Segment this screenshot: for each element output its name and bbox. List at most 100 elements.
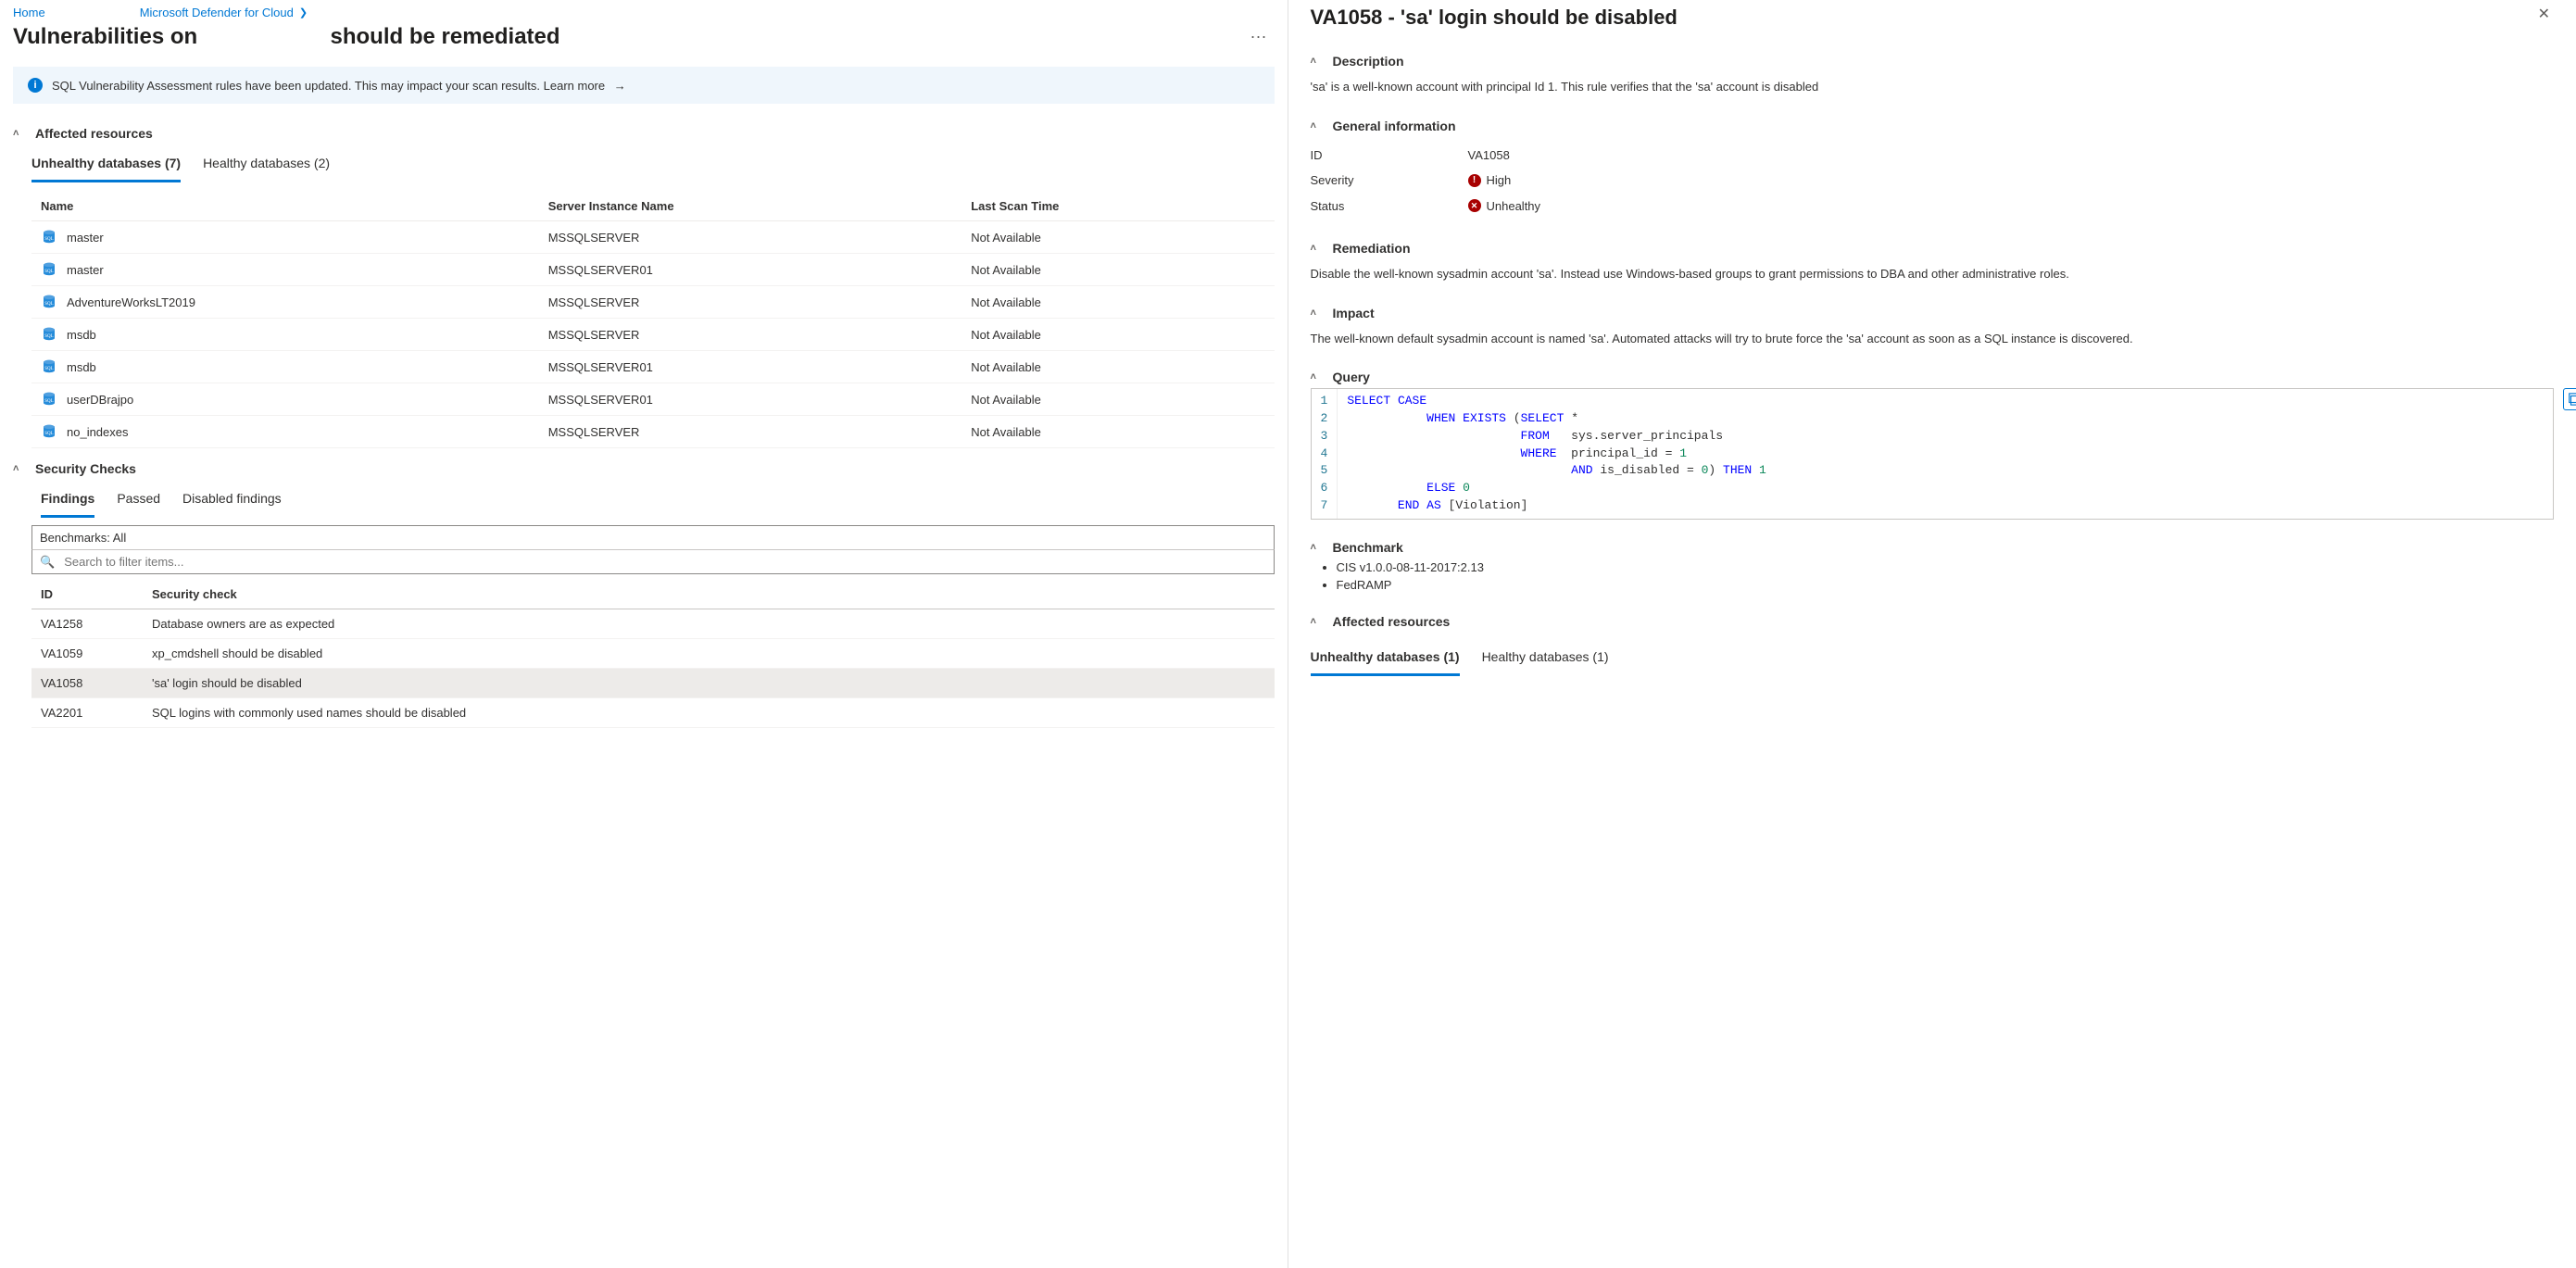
remediation-header[interactable]: ˄ Remediation [1311, 237, 2555, 259]
breadcrumb: Home Microsoft Defender for Cloud ❯ [0, 0, 1288, 21]
id-value: VA1058 [1468, 146, 1510, 165]
svg-text:SQL: SQL [44, 432, 53, 436]
severity-label: Severity [1311, 171, 1468, 190]
general-info-header[interactable]: ˄ General information [1311, 115, 2555, 137]
check-row[interactable]: VA2201SQL logins with commonly used name… [31, 698, 1275, 728]
tab-unhealthy-databases[interactable]: Unhealthy databases (7) [31, 148, 181, 182]
detail-tab-healthy[interactable]: Healthy databases (1) [1482, 642, 1609, 675]
table-row[interactable]: SQL userDBrajpo MSSQLSERVER01Not Available [31, 383, 1275, 416]
check-name: xp_cmdshell should be disabled [143, 639, 1275, 669]
db-name: userDBrajpo [67, 393, 133, 407]
chevron-up-icon: ˄ [1311, 542, 1324, 553]
check-row[interactable]: VA1059xp_cmdshell should be disabled [31, 639, 1275, 669]
status-label: Status [1311, 197, 1468, 216]
table-row[interactable]: SQLAdventureWorksLT2019MSSQLSERVERNot Av… [31, 286, 1275, 319]
page-title-right: should be remediated [331, 24, 560, 49]
kv-id: ID VA1058 [1311, 143, 2555, 169]
security-checks-table: ID Security check VA1258Database owners … [31, 580, 1275, 728]
check-name: 'sa' login should be disabled [143, 669, 1275, 698]
col-server[interactable]: Server Instance Name [539, 192, 962, 221]
table-row[interactable]: SQLmasterMSSQLSERVER01Not Available [31, 254, 1275, 286]
learn-more-link[interactable]: Learn more → [544, 79, 626, 93]
db-server: MSSQLSERVER01 [539, 254, 962, 286]
sql-database-icon: SQL [41, 423, 57, 440]
chevron-right-icon: ❯ [299, 6, 308, 19]
kv-severity: Severity ! High [1311, 168, 2555, 194]
check-id: VA2201 [31, 698, 143, 728]
db-scan: Not Available [961, 383, 1274, 416]
id-label: ID [1311, 146, 1468, 165]
description-header[interactable]: ˄ Description [1311, 50, 2555, 72]
close-button[interactable]: ✕ [2534, 6, 2554, 24]
detail-pane: VA1058 - 'sa' login should be disabled ✕… [1288, 0, 2576, 1268]
query-label: Query [1333, 370, 1370, 384]
impact-header[interactable]: ˄ Impact [1311, 302, 2555, 324]
sql-database-icon: SQL [41, 261, 57, 278]
svg-text:SQL: SQL [44, 302, 53, 307]
db-server: MSSQLSERVER01 [539, 383, 962, 416]
svg-text:SQL: SQL [44, 399, 53, 404]
benchmark-header[interactable]: ˄ Benchmark [1311, 536, 2555, 559]
benchmarks-filter[interactable] [31, 525, 1275, 549]
remediation-label: Remediation [1333, 241, 1411, 256]
description-text: 'sa' is a well-known account with princi… [1311, 72, 2555, 98]
db-name: msdb [67, 328, 96, 342]
tab-healthy-databases[interactable]: Healthy databases (2) [203, 148, 330, 182]
affected-resources-label: Affected resources [35, 126, 153, 141]
detail-tab-unhealthy[interactable]: Unhealthy databases (1) [1311, 642, 1460, 676]
db-tabs: Unhealthy databases (7) Healthy database… [0, 148, 1288, 182]
col-check-name[interactable]: Security check [143, 580, 1275, 609]
benchmark-item: CIS v1.0.0-08-11-2017:2.13 [1337, 559, 2555, 576]
tab-findings[interactable]: Findings [41, 483, 94, 518]
db-name: msdb [67, 360, 96, 374]
detail-affected-label: Affected resources [1333, 614, 1451, 629]
security-checks-header[interactable]: ˄ Security Checks [0, 454, 1288, 483]
db-server: MSSQLSERVER01 [539, 351, 962, 383]
copy-icon [2568, 393, 2576, 406]
kv-status: Status ✕ Unhealthy [1311, 194, 2555, 220]
db-scan: Not Available [961, 319, 1274, 351]
breadcrumb-home[interactable]: Home [13, 6, 45, 19]
chevron-up-icon: ˄ [1311, 243, 1324, 254]
col-scan[interactable]: Last Scan Time [961, 192, 1274, 221]
line-gutter: 1 2 3 4 5 6 7 [1312, 389, 1338, 519]
check-id: VA1059 [31, 639, 143, 669]
search-input[interactable] [60, 550, 1273, 573]
db-scan: Not Available [961, 254, 1274, 286]
benchmark-item: FedRAMP [1337, 576, 2555, 594]
svg-text:SQL: SQL [44, 334, 53, 339]
db-scan: Not Available [961, 416, 1274, 448]
query-wrap: 1 2 3 4 5 6 7 SELECT CASE WHEN EXISTS (S… [1311, 388, 2555, 520]
page-title: Vulnerabilities on should be remediated [13, 24, 1243, 50]
main-recommendation-pane: Home Microsoft Defender for Cloud ❯ Vuln… [0, 0, 1288, 1268]
sql-database-icon: SQL [41, 326, 57, 343]
col-name[interactable]: Name [31, 192, 539, 221]
affected-resources-header[interactable]: ˄ Affected resources [0, 119, 1288, 148]
tab-passed[interactable]: Passed [117, 483, 160, 517]
copy-query-button[interactable] [2563, 388, 2576, 410]
table-row[interactable]: SQLmsdbMSSQLSERVERNot Available [31, 319, 1275, 351]
check-row[interactable]: VA1058'sa' login should be disabled [31, 669, 1275, 698]
query-header[interactable]: ˄ Query [1311, 366, 2555, 388]
status-unhealthy-icon: ✕ [1468, 199, 1481, 212]
tab-disabled-findings[interactable]: Disabled findings [182, 483, 282, 517]
svg-text:SQL: SQL [44, 237, 53, 242]
sql-database-icon: SQL [41, 229, 57, 245]
banner-text: SQL Vulnerability Assessment rules have … [52, 79, 626, 93]
chevron-up-icon: ˄ [1311, 616, 1324, 627]
db-server: MSSQLSERVER [539, 221, 962, 254]
table-row[interactable]: SQLno_indexesMSSQLSERVERNot Available [31, 416, 1275, 448]
detail-affected-header[interactable]: ˄ Affected resources [1311, 610, 2555, 633]
benchmark-list: CIS v1.0.0-08-11-2017:2.13FedRAMP [1311, 559, 2555, 594]
breadcrumb-defender[interactable]: Microsoft Defender for Cloud [140, 6, 294, 19]
sql-database-icon: SQL [41, 358, 57, 375]
col-check-id[interactable]: ID [31, 580, 143, 609]
chevron-up-icon: ˄ [13, 463, 26, 474]
more-actions-button[interactable]: ··· [1243, 23, 1275, 50]
findings-controls: 🔍 [31, 525, 1275, 574]
check-row[interactable]: VA1258Database owners are as expected [31, 609, 1275, 639]
table-row[interactable]: SQLmasterMSSQLSERVERNot Available [31, 221, 1275, 254]
chevron-up-icon: ˄ [13, 128, 26, 139]
table-row[interactable]: SQLmsdbMSSQLSERVER01Not Available [31, 351, 1275, 383]
databases-table: Name Server Instance Name Last Scan Time… [31, 192, 1275, 448]
